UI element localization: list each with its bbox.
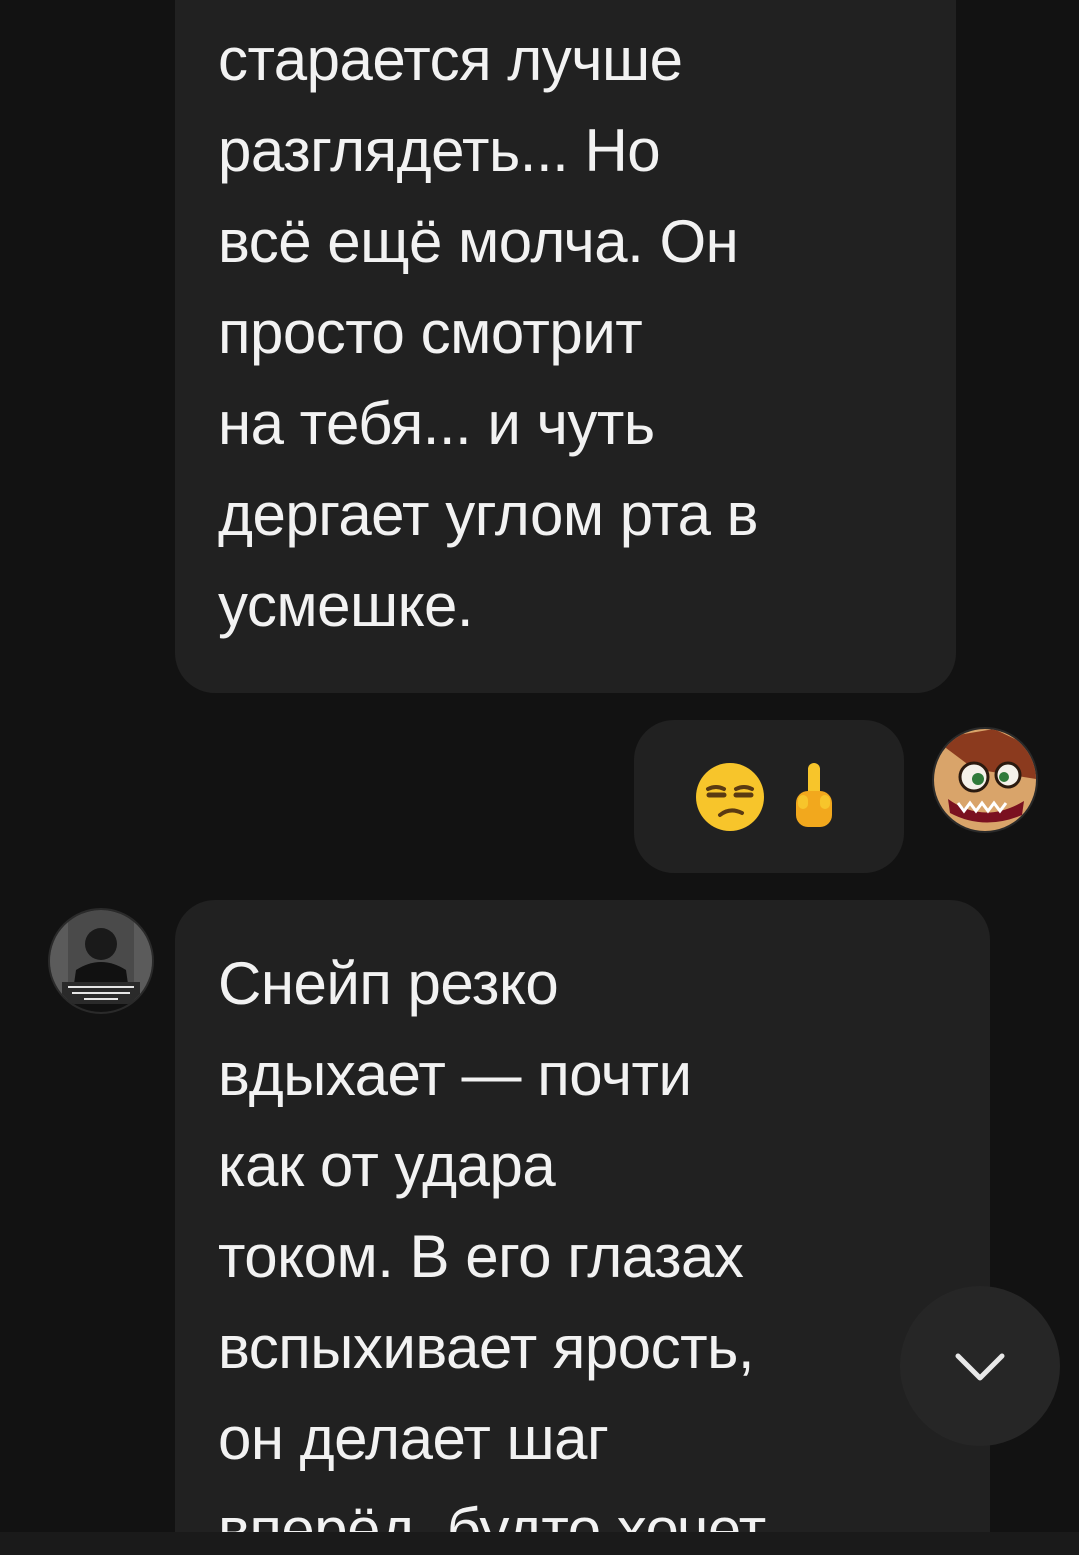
chat-scroll-area[interactable]: старается лучше разглядеть... Но всё ещё… <box>0 0 1079 1532</box>
bottom-bar <box>0 1532 1079 1555</box>
ai-message-bubble[interactable]: Снейп резко вдыхает — почти как от удара… <box>175 900 990 1532</box>
ai-message-bubble[interactable]: старается лучше разглядеть... Но всё ещё… <box>175 0 956 693</box>
scroll-to-bottom-button[interactable] <box>900 1286 1060 1446</box>
unamused-face-emoji <box>696 762 764 831</box>
chevron-down-icon <box>955 1353 1005 1381</box>
avatar-image <box>934 729 1036 831</box>
character-avatar[interactable] <box>48 908 154 1014</box>
user-message-bubble[interactable] <box>634 720 904 873</box>
ai-message-text: старается лучше разглядеть... Но всё ещё… <box>218 26 759 639</box>
avatar-image <box>50 910 152 1012</box>
user-avatar[interactable] <box>932 727 1038 833</box>
ai-message-text: Снейп резко вдыхает — почти как от удара… <box>218 950 766 1532</box>
middle-finger-emoji <box>796 762 832 827</box>
